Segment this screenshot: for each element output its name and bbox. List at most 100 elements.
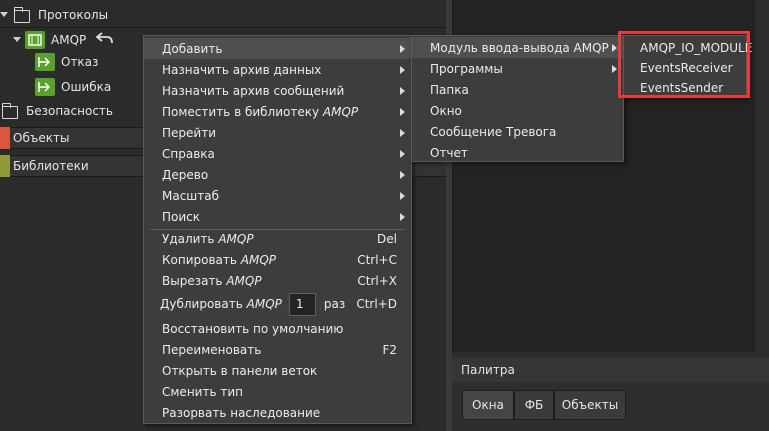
palette-tab-objects[interactable]: Объекты [554,390,626,420]
menu-item-delete[interactable]: Удалить AMQP Del [144,228,411,249]
tab-label: ФБ [524,398,544,412]
menu-shortcut: F2 [382,342,397,357]
menu-item-break-inheritance[interactable]: Разорвать наследование [144,402,411,423]
menu-item-label: Переименовать [162,342,262,357]
menu-item-duplicate[interactable]: Дублировать AMQP 1 раз Ctrl+D [144,291,411,317]
menu-item-label: Поиск [162,209,201,224]
signal-icon [35,77,55,96]
signal-icon [35,52,55,71]
tree-item-label: Ошибка [61,79,112,94]
submenu-arrow-icon [400,171,405,179]
submenu-add: Модуль ввода-вывода AMQP Программы Папка… [411,35,624,162]
submenu-arrow-icon [400,108,405,116]
menu-item-restore-default[interactable]: Восстановить по умолчанию [144,318,411,339]
menu-item-open-in-branch-panel[interactable]: Открыть в панели веток [144,360,411,381]
menu-item-scale[interactable]: Масштаб [144,185,411,206]
submenu-arrow-icon [400,87,405,95]
submenu-arrow-icon [400,213,405,221]
menu-item-window[interactable]: Окно [412,100,623,121]
menu-item-target: AMQP [246,297,282,311]
menu-item-tree[interactable]: Дерево [144,164,411,185]
tree-item-label: AMQP [51,32,87,47]
menu-item-label: Назначить архив данных [162,62,322,77]
menu-item-label: Справка [162,146,215,161]
menu-item-alarm-message[interactable]: Сообщение Тревога [412,121,623,142]
tree-item-security[interactable]: Безопасность [0,100,146,121]
menu-item-label: Сообщение Тревога [430,124,557,139]
expand-arrow-icon[interactable] [0,12,8,17]
menu-item-target: AMQP [218,231,254,246]
duplicate-suffix: раз [323,297,346,311]
menu-item-programs[interactable]: Программы [412,58,623,79]
tree-item-label: Отказ [61,54,99,69]
menu-item-label: Сменить тип [162,384,243,399]
menu-item-label: Перейти [162,125,216,140]
menu-item-add[interactable]: Добавить [144,38,411,59]
menu-item-label: Дублировать [160,297,243,311]
submenu-arrow-icon [612,65,617,73]
objects-icon [0,127,10,149]
palette-tab-fb[interactable]: ФБ [514,390,554,420]
menu-item-label: Дерево [162,167,209,182]
tab-label: Окна [472,398,504,412]
highlight-frame [618,31,750,98]
menu-item-label: Папка [430,82,469,97]
context-menu: Добавить Назначить архив данных Назначит… [143,35,412,424]
panel-title: Библиотеки [13,159,89,173]
vertical-scrollbar[interactable] [755,0,769,352]
palette-header: Палитра [452,358,769,382]
tree-item-otkaz[interactable]: Отказ [0,51,146,72]
menu-item-label: Масштаб [162,188,220,203]
menu-item-label: Программы [430,61,503,76]
menu-shortcut: Ctrl+X [357,273,397,288]
submenu-arrow-icon [400,129,405,137]
panel-title: Объекты [13,131,70,145]
tree-item-oshibka[interactable]: Ошибка [0,76,146,97]
menu-item-label: Окно [430,103,462,118]
undo-icon[interactable] [95,32,114,47]
palette-tab-windows[interactable]: Окна [462,390,514,420]
io-module-icon [25,30,45,49]
menu-item-report[interactable]: Отчет [412,142,623,163]
menu-item-rename[interactable]: Переименовать F2 [144,339,411,360]
menu-shortcut: Ctrl+D [356,297,397,311]
tree-item-amqp[interactable]: AMQP [0,29,146,50]
submenu-arrow-icon [400,45,405,53]
menu-item-target: AMQP [240,252,277,267]
tree-item-protocols[interactable]: Протоколы [0,4,446,25]
menu-item-label: Открыть в панели веток [162,363,318,378]
menu-item-cut[interactable]: Вырезать AMQP Ctrl+X [144,270,411,291]
menu-item-go-to[interactable]: Перейти [144,122,411,143]
menu-shortcut: Ctrl+C [357,252,397,267]
menu-item-assign-data-archive[interactable]: Назначить архив данных [144,59,411,80]
tree-item-label: Протоколы [38,7,109,22]
submenu-arrow-icon [400,192,405,200]
menu-item-copy[interactable]: Копировать AMQP Ctrl+C [144,249,411,270]
menu-item-label: Копировать [162,252,237,267]
libraries-icon [0,155,10,177]
tree-item-label: Безопасность [26,103,113,118]
menu-item-label: Добавить [162,41,223,56]
menu-item-change-type[interactable]: Сменить тип [144,381,411,402]
menu-item-place-in-library[interactable]: Поместить в библиотеку AMQP [144,101,411,122]
menu-item-assign-message-archive[interactable]: Назначить архив сообщений [144,80,411,101]
menu-item-help[interactable]: Справка [144,143,411,164]
menu-item-target: AMQP [322,104,359,119]
menu-item-label: Поместить в библиотеку [162,104,320,119]
submenu-arrow-icon [400,150,405,158]
submenu-arrow-icon [612,44,617,52]
submenu-arrow-icon [400,66,405,74]
folder-icon [13,6,30,23]
menu-item-search[interactable]: Поиск [144,206,411,227]
menu-item-folder[interactable]: Папка [412,79,623,100]
expand-arrow-icon[interactable] [13,37,21,42]
row-divider [0,27,446,28]
folder-icon [1,102,18,119]
menu-item-label: Восстановить по умолчанию [162,321,344,336]
menu-item-label: Вырезать [162,273,223,288]
tab-label: Объекты [561,398,619,412]
menu-item-label: Модуль ввода-вывода AMQP [430,40,609,55]
menu-item-amqp-io-module[interactable]: Модуль ввода-вывода AMQP [412,37,623,58]
duplicate-count-input[interactable]: 1 [288,292,316,316]
menu-shortcut: Del [377,231,397,246]
